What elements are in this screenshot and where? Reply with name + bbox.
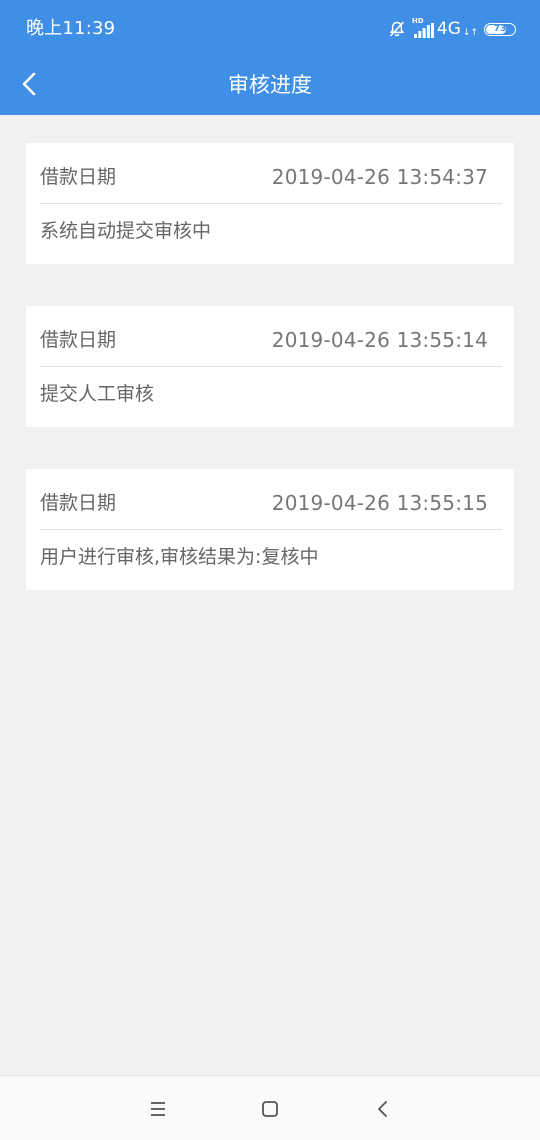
- signal-icon: [413, 23, 434, 38]
- home-button[interactable]: [255, 1094, 285, 1124]
- record-header-row: 借款日期 2019-04-26 13:55:15: [40, 489, 488, 517]
- page-title: 审核进度: [228, 73, 312, 97]
- header: 晚上11:39 HD 4G ↓↑ 73 审核进度: [0, 0, 540, 115]
- record-status: 系统自动提交审核中: [40, 220, 212, 242]
- status-icons: HD 4G ↓↑ 73: [388, 17, 516, 40]
- divider: [40, 203, 502, 204]
- home-icon: [262, 1101, 278, 1117]
- loan-date-label: 借款日期: [40, 166, 117, 188]
- back-icon: [378, 1101, 387, 1117]
- review-record-card: 借款日期 2019-04-26 13:55:14 提交人工审核: [26, 306, 514, 427]
- review-record-card: 借款日期 2019-04-26 13:55:15 用户进行审核,审核结果为:复核…: [26, 469, 514, 590]
- system-back-button[interactable]: [368, 1094, 398, 1124]
- battery-icon: 73: [484, 22, 516, 36]
- hd-signal: HD: [412, 17, 434, 38]
- system-navigation-bar: [0, 1075, 540, 1140]
- bell-off-icon: [389, 21, 404, 37]
- status-time: 晚上11:39: [26, 18, 116, 39]
- review-progress-list: 借款日期 2019-04-26 13:54:37 系统自动提交审核中 借款日期 …: [26, 143, 514, 632]
- record-datetime: 2019-04-26 13:54:37: [271, 165, 488, 189]
- record-datetime: 2019-04-26 13:55:15: [271, 491, 488, 515]
- network-arrows: ↓↑: [462, 28, 478, 38]
- record-status: 用户进行审核,审核结果为:复核中: [40, 546, 319, 568]
- record-header-row: 借款日期 2019-04-26 13:54:37: [40, 163, 488, 191]
- network-type: 4G: [436, 19, 461, 39]
- status-bar: 晚上11:39 HD 4G ↓↑ 73: [0, 0, 540, 58]
- battery-level: 73: [493, 24, 507, 34]
- menu-button[interactable]: [143, 1094, 173, 1124]
- loan-date-label: 借款日期: [40, 492, 117, 514]
- navigation-bar: 审核进度: [0, 58, 540, 115]
- record-header-row: 借款日期 2019-04-26 13:55:14: [40, 326, 488, 354]
- record-status: 提交人工审核: [40, 383, 155, 405]
- divider: [40, 529, 502, 530]
- loan-date-label: 借款日期: [40, 329, 117, 351]
- menu-icon: [151, 1102, 165, 1116]
- divider: [40, 366, 502, 367]
- record-datetime: 2019-04-26 13:55:14: [271, 328, 488, 352]
- review-record-card: 借款日期 2019-04-26 13:54:37 系统自动提交审核中: [26, 143, 514, 264]
